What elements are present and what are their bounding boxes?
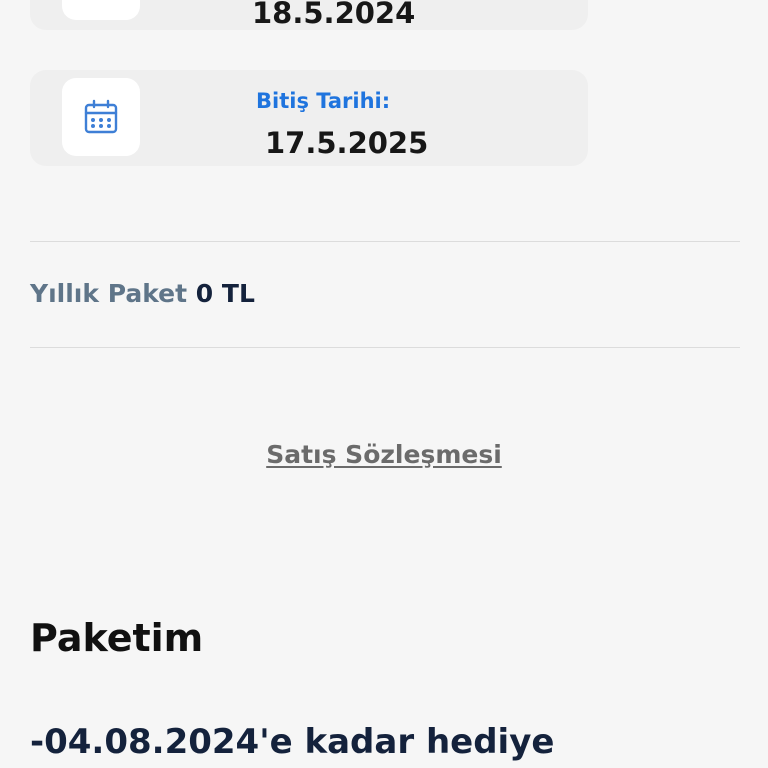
sales-contract-link[interactable]: Satış Sözleşmesi	[0, 440, 768, 469]
package-price-row: Yıllık Paket 0 TL	[30, 279, 255, 308]
divider	[30, 241, 740, 242]
calendar-icon	[81, 0, 121, 1]
package-price-value: 0 TL	[195, 279, 255, 308]
gift-until-text: -04.08.2024'e kadar hediye	[30, 722, 555, 762]
package-price-label: Yıllık Paket	[30, 279, 196, 308]
end-date-value: 17.5.2025	[265, 126, 429, 160]
end-date-label: Bitiş Tarihi:	[256, 89, 391, 113]
my-package-title: Paketim	[30, 616, 204, 660]
start-date-icon-box	[62, 0, 140, 20]
calendar-icon	[84, 99, 118, 134]
end-date-icon-box	[62, 78, 140, 156]
start-date-card: 18.5.2024	[30, 0, 588, 30]
end-date-card: Bitiş Tarihi: 17.5.2025	[30, 70, 588, 166]
start-date-value: 18.5.2024	[252, 0, 416, 30]
package-details-page: 18.5.2024 Bitiş Tarihi: 17.5.2025 Yıllık…	[0, 0, 768, 768]
divider	[30, 347, 740, 348]
